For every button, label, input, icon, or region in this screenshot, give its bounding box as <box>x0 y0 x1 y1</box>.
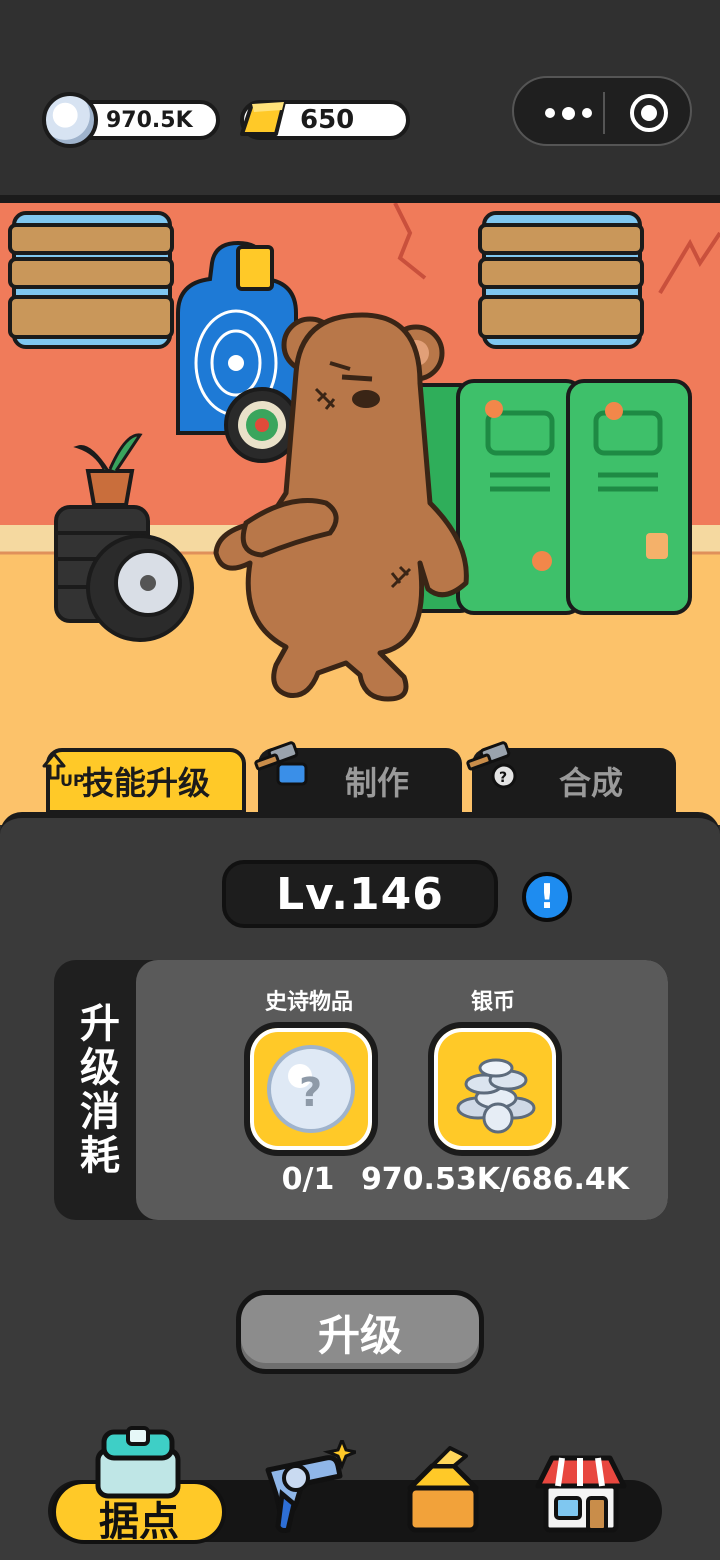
gold-value: 650 <box>300 105 355 135</box>
capsule-divider <box>603 92 605 134</box>
supply-box-icon[interactable] <box>402 1446 484 1534</box>
anvil-icon: ? <box>466 741 517 789</box>
silver-coin-icon <box>42 92 98 148</box>
item-epic-label: 史诗物品 <box>264 990 353 1015</box>
unknown-epic-item-icon: ? <box>267 1045 355 1133</box>
tab-merge-label: 合成 <box>558 764 623 802</box>
svg-text:UP: UP <box>60 771 85 790</box>
level-display: Lv.146 <box>222 860 498 928</box>
item-silver-slot[interactable] <box>428 1022 562 1156</box>
shop-icon[interactable] <box>532 1450 628 1534</box>
upgrade-button[interactable]: 升级 <box>236 1290 484 1374</box>
nav-base-label: 据点 <box>52 1480 226 1545</box>
mini-program-capsule <box>512 76 692 146</box>
boarded-window-left <box>8 211 174 349</box>
silver-coins-pile-icon <box>456 1058 536 1134</box>
nav-base-label-text: 据点 <box>99 1499 179 1545</box>
svg-text:?: ? <box>499 770 507 786</box>
item-silver-label: 银币 <box>470 990 515 1015</box>
silver-value: 970.5K <box>106 107 193 133</box>
info-icon[interactable] <box>522 872 572 922</box>
item-epic-count: 0/1 <box>281 1162 335 1197</box>
tab-craft-label: 制作 <box>344 764 409 802</box>
more-dots-icon[interactable] <box>538 98 598 128</box>
item-epic-slot[interactable]: ? <box>244 1022 378 1156</box>
game-scene <box>0 195 720 825</box>
cost-title: 升级消耗 <box>54 960 138 1220</box>
cost-title-text: 升级消耗 <box>73 1002 119 1178</box>
boarded-window-right <box>478 211 644 349</box>
item-silver-count: 970.53K/686.4K <box>360 1162 630 1197</box>
tab-skill-upgrade-label: 技能升级 <box>81 764 210 802</box>
level-value: Lv.146 <box>276 868 444 920</box>
target-close-icon[interactable] <box>630 94 668 132</box>
hammer-icon <box>254 741 308 786</box>
svg-text:?: ? <box>299 1070 322 1116</box>
up-arrow-icon: UP <box>42 752 85 790</box>
revolver-icon[interactable] <box>256 1440 356 1536</box>
upgrade-button-label: 升级 <box>317 1310 402 1360</box>
gold-bar-icon <box>240 100 286 136</box>
